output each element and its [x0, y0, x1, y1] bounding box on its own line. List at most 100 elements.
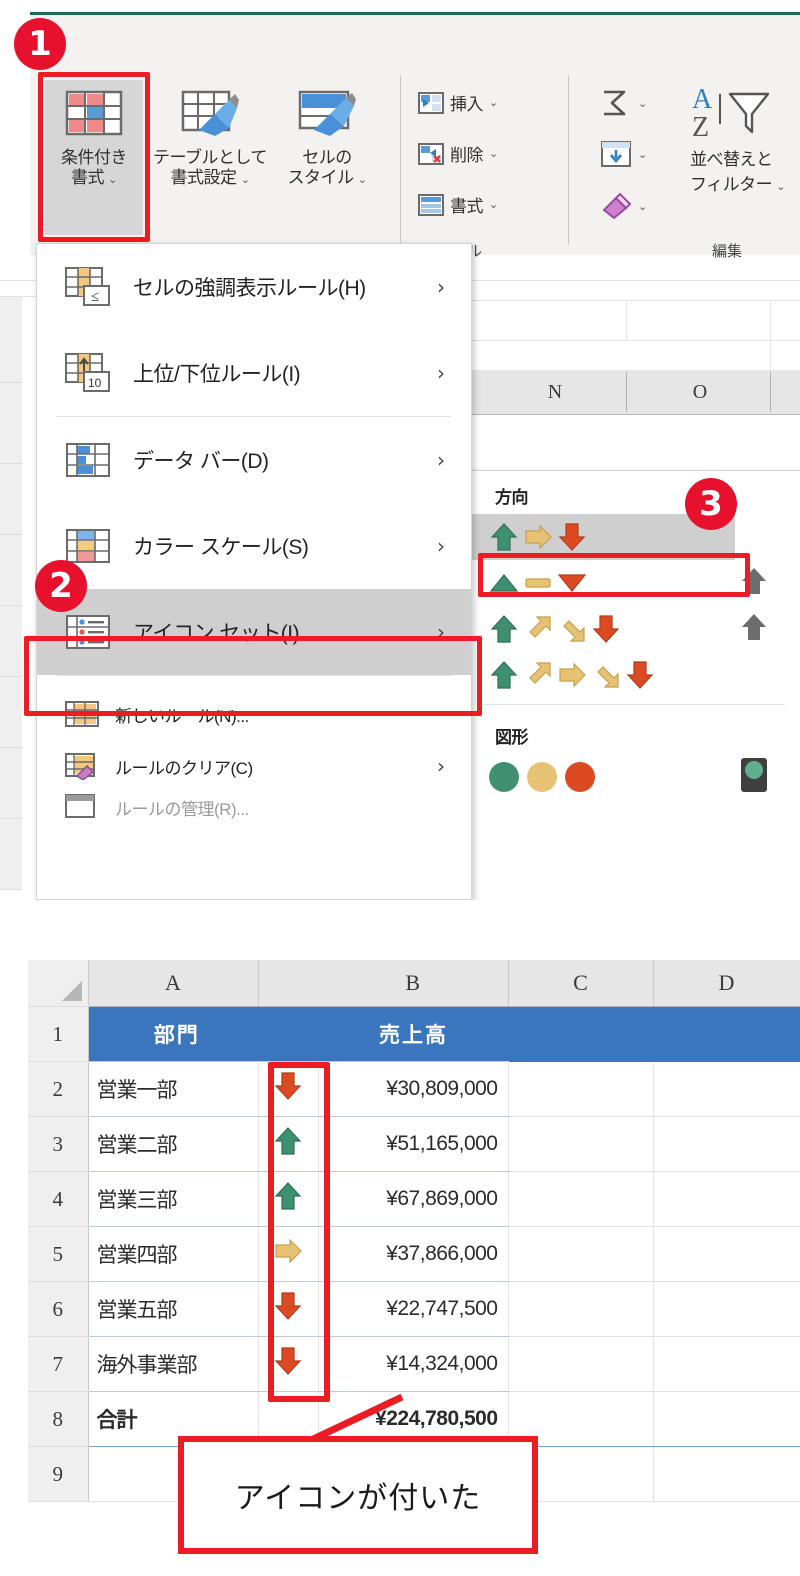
background-column-header-band: N O	[470, 370, 800, 415]
cell-d9[interactable]	[653, 1446, 800, 1502]
cell-a2[interactable]: 営業一部	[88, 1061, 259, 1117]
chevron-right-icon: ›	[437, 448, 445, 472]
insert-cells-label: 挿入	[450, 95, 484, 114]
chevron-right-icon: ›	[437, 275, 445, 299]
row-header-6[interactable]: 6	[28, 1281, 89, 1337]
cell-a6[interactable]: 営業五部	[88, 1281, 259, 1337]
menu-item-top-bottom-rules[interactable]: 10 上位/下位ルール(I) ›	[37, 330, 471, 416]
iconset-option-col2-row3[interactable]	[739, 611, 769, 648]
cell-d5[interactable]	[653, 1226, 800, 1282]
chevron-down-icon[interactable]: ⌄	[358, 174, 367, 186]
format-as-table-button[interactable]: テーブルとして 書式設定 ⌄	[150, 80, 270, 235]
row-header-7[interactable]: 7	[28, 1336, 89, 1392]
cell-styles-icon	[296, 86, 358, 144]
cell-d7[interactable]	[653, 1336, 800, 1392]
cell-a5[interactable]: 営業四部	[88, 1226, 259, 1282]
chevron-down-icon[interactable]: ⌄	[776, 181, 785, 193]
cell-a1[interactable]: 部門	[88, 1006, 258, 1062]
cell-d6[interactable]	[653, 1281, 800, 1337]
cell-b7[interactable]: ¥14,324,000	[318, 1336, 509, 1392]
background-column-header-n: N	[547, 381, 563, 403]
cell-b6[interactable]: ¥22,747,500	[318, 1281, 509, 1337]
cell-d3[interactable]	[653, 1116, 800, 1172]
iconset-selected-highlight-box	[478, 553, 750, 597]
row-header-9[interactable]: 9	[28, 1446, 89, 1502]
iconset-option-5arrows-colored[interactable]	[467, 652, 800, 698]
cell-a4[interactable]: 営業三部	[88, 1171, 259, 1227]
row-header-5[interactable]: 5	[28, 1226, 89, 1282]
menu-item-clear-rules[interactable]: ルールのクリア(C) ›	[37, 740, 471, 792]
cell-c1[interactable]	[508, 1006, 653, 1062]
shapes-group-title: 図形	[495, 728, 529, 747]
chevron-down-icon[interactable]: ⌄	[489, 198, 498, 211]
top-bottom-rules-icon: 10	[65, 353, 111, 393]
chevron-down-icon[interactable]: ⌄	[638, 97, 647, 110]
iconset-option-3circles[interactable]	[467, 754, 800, 800]
background-gridline	[626, 300, 627, 340]
cell-b1[interactable]: 売上高	[318, 1006, 508, 1062]
insert-cells-icon	[418, 91, 444, 114]
step-badge-3: 3	[685, 478, 737, 530]
cell-b3[interactable]: ¥51,165,000	[318, 1116, 509, 1172]
select-all-corner[interactable]	[28, 960, 89, 1007]
background-gridline	[470, 340, 800, 341]
cell-c4[interactable]	[508, 1171, 654, 1227]
arrow-down-red-icon	[558, 523, 586, 551]
cell-styles-button[interactable]: セルの スタイル ⌄	[278, 80, 376, 235]
sort-filter-icon: A Z	[692, 84, 770, 143]
cell-c5[interactable]	[508, 1226, 654, 1282]
sort-filter-button[interactable]: A Z 並べ替えと フィルター ⌄	[690, 82, 786, 195]
chevron-down-icon[interactable]: ⌄	[241, 174, 250, 186]
autosum-button[interactable]: ⌄	[598, 88, 647, 118]
row-header-4[interactable]: 4	[28, 1171, 89, 1227]
column-header-b[interactable]: B	[318, 960, 509, 1007]
chevron-down-icon[interactable]: ⌄	[638, 148, 647, 161]
cell-b5[interactable]: ¥37,866,000	[318, 1226, 509, 1282]
table-row: 5 営業四部 ¥37,866,000	[28, 1226, 800, 1282]
arrow-down-red-icon	[626, 661, 654, 689]
column-header-c[interactable]: C	[508, 960, 654, 1007]
menu-item-label: データ バー(D)	[133, 450, 269, 473]
cell-c2[interactable]	[508, 1061, 654, 1117]
column-header-a[interactable]: A	[88, 960, 259, 1007]
label-text: 書式設定	[170, 168, 238, 187]
delete-cells-button[interactable]: 削除 ⌄	[418, 141, 498, 166]
menu-item-manage-rules[interactable]: ルールの管理(R)...	[37, 792, 471, 822]
cell-c6[interactable]	[508, 1281, 654, 1337]
menu-item-highlight-cells-rules[interactable]: ≤ セルの強調表示ルール(H) ›	[37, 244, 471, 330]
cell-a3[interactable]: 営業二部	[88, 1116, 259, 1172]
cell-c7[interactable]	[508, 1336, 654, 1392]
chevron-down-icon[interactable]: ⌄	[489, 147, 498, 160]
menu-item-color-scales[interactable]: カラー スケール(S) ›	[37, 503, 471, 589]
column-header-row: A B C D	[28, 960, 800, 1007]
menu-item-data-bars[interactable]: データ バー(D) ›	[37, 417, 471, 503]
cell-d1[interactable]	[653, 1006, 800, 1062]
panel-divider	[483, 704, 785, 705]
cell-b4[interactable]: ¥67,869,000	[318, 1171, 509, 1227]
background-row-header	[0, 464, 22, 535]
row-header-3[interactable]: 3	[28, 1116, 89, 1172]
row-header-2[interactable]: 2	[28, 1061, 89, 1117]
table-row: 7 海外事業部 ¥14,324,000	[28, 1336, 800, 1392]
cell-d4[interactable]	[653, 1171, 800, 1227]
iconset-option-4arrows-colored[interactable]	[467, 606, 800, 652]
clear-button[interactable]: ⌄	[600, 192, 647, 220]
cell-c3[interactable]	[508, 1116, 654, 1172]
cell-a7[interactable]: 海外事業部	[88, 1336, 259, 1392]
cell-d2[interactable]	[653, 1061, 800, 1117]
table-row: 6 営業五部 ¥22,747,500	[28, 1281, 800, 1337]
iconset-option-traffic-light[interactable]	[739, 757, 769, 797]
cell-b2[interactable]: ¥30,809,000	[318, 1061, 509, 1117]
insert-cells-button[interactable]: 挿入 ⌄	[418, 90, 498, 115]
cell-d8[interactable]	[653, 1391, 800, 1447]
chevron-down-icon[interactable]: ⌄	[489, 96, 498, 109]
row-header-1[interactable]: 1	[28, 1006, 89, 1062]
table-row: 4 営業三部 ¥67,869,000	[28, 1171, 800, 1227]
fill-button[interactable]: ⌄	[600, 140, 647, 168]
chevron-down-icon[interactable]: ⌄	[638, 200, 647, 213]
format-cells-button[interactable]: 書式 ⌄	[418, 192, 498, 217]
column-divider	[770, 372, 771, 412]
arrow-up-gray-icon	[742, 613, 766, 640]
row-header-8[interactable]: 8	[28, 1391, 89, 1447]
column-header-d[interactable]: D	[653, 960, 800, 1007]
